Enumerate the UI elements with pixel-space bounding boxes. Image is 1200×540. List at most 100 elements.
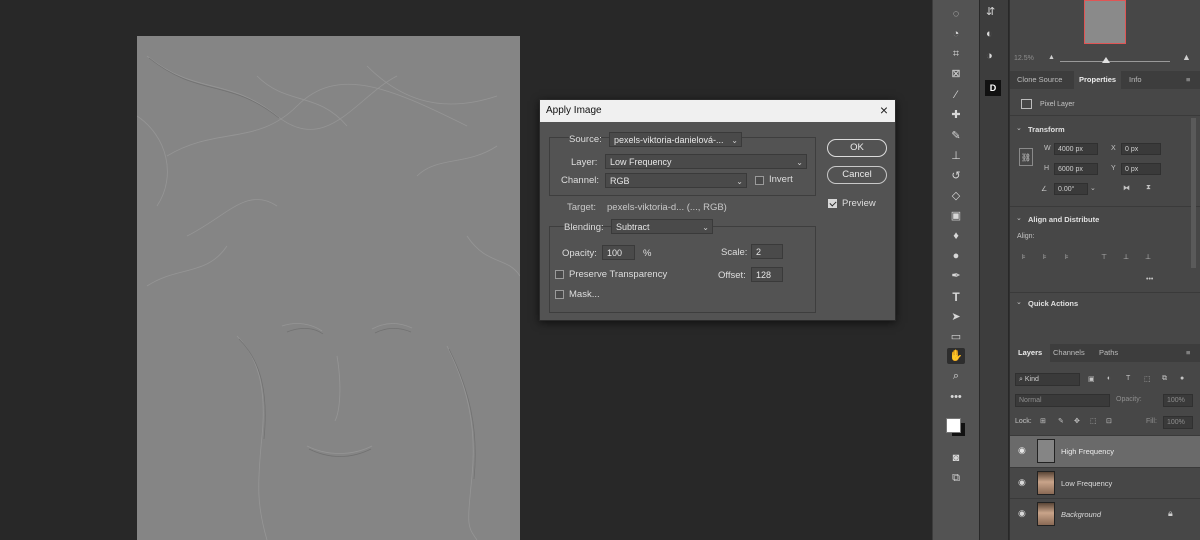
eraser-icon[interactable]: ◇: [947, 188, 965, 204]
chevron-down-icon[interactable]: ⌄: [1016, 124, 1022, 132]
filter-type-icon[interactable]: T: [1126, 375, 1130, 382]
blending-select[interactable]: Subtract ⌄: [611, 219, 713, 234]
lock-position-icon[interactable]: ✥: [1074, 417, 1080, 425]
gradient-icon[interactable]: ▣: [947, 208, 965, 224]
frame-icon[interactable]: ⊠: [947, 66, 965, 82]
layer-name[interactable]: Low Frequency: [1061, 479, 1112, 488]
properties-scrollbar[interactable]: [1191, 118, 1196, 268]
panel-menu-icon[interactable]: ≡: [1186, 71, 1190, 89]
x-field[interactable]: 0 px: [1121, 143, 1161, 155]
source-select[interactable]: pexels-viktoria-danielová-... ⌄: [609, 132, 742, 147]
layer-row-high-frequency[interactable]: ◉ High Frequency: [1010, 435, 1200, 467]
clone-stamp-icon[interactable]: ⊥: [947, 148, 965, 164]
opacity-field[interactable]: 100: [602, 245, 635, 260]
align-bottom-icon[interactable]: ⊥: [1145, 253, 1151, 261]
panel-menu-icon[interactable]: ≡: [1186, 344, 1190, 362]
lock-image-icon[interactable]: ✎: [1058, 417, 1064, 425]
flip-vertical-icon[interactable]: ⧗: [1146, 184, 1151, 192]
zoom-slider-handle[interactable]: [1102, 57, 1110, 63]
plugin-icon[interactable]: D: [985, 80, 1001, 96]
quick-select-icon[interactable]: ◔: [947, 26, 965, 42]
tab-properties[interactable]: Properties: [1074, 71, 1122, 89]
type-icon[interactable]: T: [947, 289, 965, 305]
rectangle-icon[interactable]: ▭: [947, 329, 965, 345]
preview-checkbox[interactable]: [828, 199, 837, 208]
dodge-icon[interactable]: ●: [947, 248, 965, 264]
filter-shape-icon[interactable]: ⬚: [1144, 375, 1151, 383]
more-tools-icon[interactable]: •••: [947, 389, 965, 405]
mask-label[interactable]: Mask...: [569, 289, 600, 300]
invert-checkbox[interactable]: [755, 176, 764, 185]
channel-select[interactable]: RGB ⌄: [605, 173, 747, 188]
layer-row-background[interactable]: ◉ Background 🔒︎: [1010, 498, 1200, 530]
invert-label[interactable]: Invert: [769, 174, 793, 185]
y-field[interactable]: 0 px: [1121, 163, 1161, 175]
scale-field[interactable]: 2: [751, 244, 783, 259]
preserve-transparency-label[interactable]: Preserve Transparency: [569, 269, 667, 280]
preview-label[interactable]: Preview: [842, 198, 876, 209]
fill-field[interactable]: 100%: [1163, 416, 1193, 429]
navigator-view-box[interactable]: [1084, 0, 1126, 44]
close-icon[interactable]: ×: [876, 102, 892, 118]
tab-info[interactable]: Info: [1129, 71, 1142, 89]
pen-icon[interactable]: ✒: [947, 268, 965, 284]
history-icon[interactable]: ⇵: [986, 5, 995, 18]
blur-icon[interactable]: ♦: [947, 228, 965, 244]
layer-row-low-frequency[interactable]: ◉ Low Frequency: [1010, 467, 1200, 499]
eyedropper-icon[interactable]: ⁄: [947, 87, 965, 103]
align-v-center-icon[interactable]: ⊥: [1123, 253, 1129, 261]
lock-all-icon[interactable]: ⊡: [1106, 417, 1112, 425]
healing-brush-icon[interactable]: ✚: [947, 107, 965, 123]
chevron-down-icon[interactable]: ⌄: [1016, 214, 1022, 222]
filter-smart-object-icon[interactable]: ⧉: [1162, 375, 1167, 383]
align-top-icon[interactable]: ⊤: [1101, 253, 1107, 261]
mask-checkbox[interactable]: [555, 290, 564, 299]
path-select-icon[interactable]: ➤: [947, 309, 965, 325]
layer-name[interactable]: Background: [1061, 510, 1101, 519]
color-icon[interactable]: ◑: [986, 50, 993, 62]
layer-select[interactable]: Low Frequency ⌄: [605, 154, 807, 169]
more-options-icon[interactable]: •••: [1146, 276, 1153, 283]
angle-field[interactable]: 0.00°: [1054, 183, 1088, 195]
crop-icon[interactable]: ⌗: [947, 46, 965, 62]
align-left-icon[interactable]: ⊧: [1022, 253, 1026, 261]
tab-layers[interactable]: Layers: [1010, 344, 1051, 362]
preserve-transparency-checkbox[interactable]: [555, 270, 564, 279]
ok-button[interactable]: OK: [827, 139, 887, 157]
eye-icon[interactable]: ◉: [1018, 445, 1026, 456]
lasso-icon[interactable]: ◌: [947, 6, 965, 22]
navigator-zoom-slider[interactable]: [1060, 61, 1170, 62]
align-right-icon[interactable]: ⊧: [1065, 253, 1069, 261]
hand-icon[interactable]: ✋: [947, 348, 965, 364]
width-field[interactable]: 4000 px: [1054, 143, 1098, 155]
filter-pixel-icon[interactable]: ▣: [1088, 375, 1095, 383]
quick-mask-icon[interactable]: ◙: [947, 450, 965, 466]
blend-mode-select[interactable]: Normal: [1015, 394, 1110, 407]
filter-adjustment-icon[interactable]: ◐: [1107, 375, 1111, 382]
zoom-icon[interactable]: ⌕: [947, 368, 965, 384]
zoom-in-icon[interactable]: ▲: [1182, 52, 1191, 62]
align-h-center-icon[interactable]: ⊧: [1043, 253, 1047, 261]
chevron-down-icon[interactable]: ⌄: [1090, 184, 1096, 192]
flip-horizontal-icon[interactable]: ⧓: [1123, 184, 1130, 192]
eye-icon[interactable]: ◉: [1018, 477, 1026, 488]
zoom-out-icon[interactable]: ▲: [1048, 54, 1055, 61]
height-field[interactable]: 6000 px: [1054, 163, 1098, 175]
dialog-titlebar[interactable]: Apply Image ×: [540, 100, 895, 122]
layer-name[interactable]: High Frequency: [1061, 447, 1114, 456]
adjustments-icon[interactable]: ◐: [986, 28, 993, 40]
foreground-color-swatch[interactable]: [946, 418, 961, 433]
chevron-down-icon[interactable]: ⌄: [1016, 298, 1022, 306]
link-icon[interactable]: ⛓: [1019, 148, 1033, 166]
cancel-button[interactable]: Cancel: [827, 166, 887, 184]
offset-field[interactable]: 128: [751, 267, 783, 282]
screen-mode-icon[interactable]: ⧉: [947, 470, 965, 486]
history-brush-icon[interactable]: ↺: [947, 168, 965, 184]
layer-opacity-field[interactable]: 100%: [1163, 394, 1193, 407]
navigator-zoom[interactable]: 12.5%: [1014, 55, 1034, 62]
tab-paths[interactable]: Paths: [1099, 344, 1118, 362]
filter-toggle-icon[interactable]: ●: [1180, 375, 1184, 382]
lock-transparent-icon[interactable]: ⊞: [1040, 417, 1046, 425]
tab-clone-source[interactable]: Clone Source: [1017, 71, 1062, 89]
document-canvas[interactable]: [137, 36, 520, 540]
